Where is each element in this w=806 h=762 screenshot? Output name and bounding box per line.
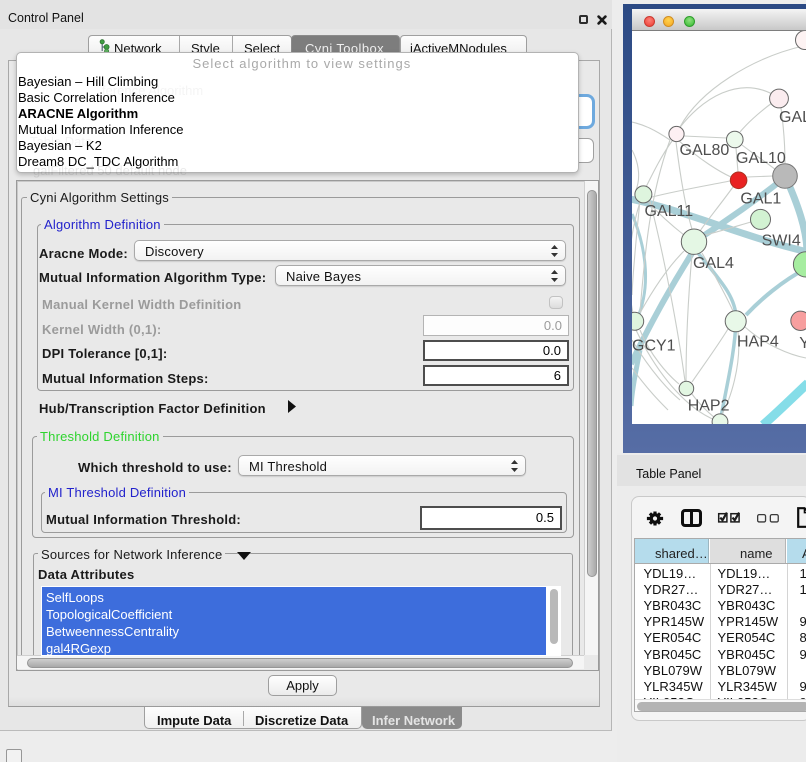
svg-text:GAL10: GAL10	[736, 150, 786, 167]
svg-text:GAL4: GAL4	[693, 255, 734, 272]
svg-text:GCY1: GCY1	[632, 338, 676, 355]
svg-text:GAL11: GAL11	[645, 203, 694, 220]
svg-text:HAP4: HAP4	[737, 334, 779, 351]
svg-text:SWI4: SWI4	[762, 233, 801, 250]
svg-text:GAL80: GAL80	[680, 142, 730, 159]
svg-text:GAL1: GAL1	[740, 191, 781, 208]
svg-text:HAP2: HAP2	[688, 398, 730, 415]
svg-text:Y: Y	[799, 335, 806, 352]
svg-text:GAL7: GAL7	[779, 109, 806, 126]
